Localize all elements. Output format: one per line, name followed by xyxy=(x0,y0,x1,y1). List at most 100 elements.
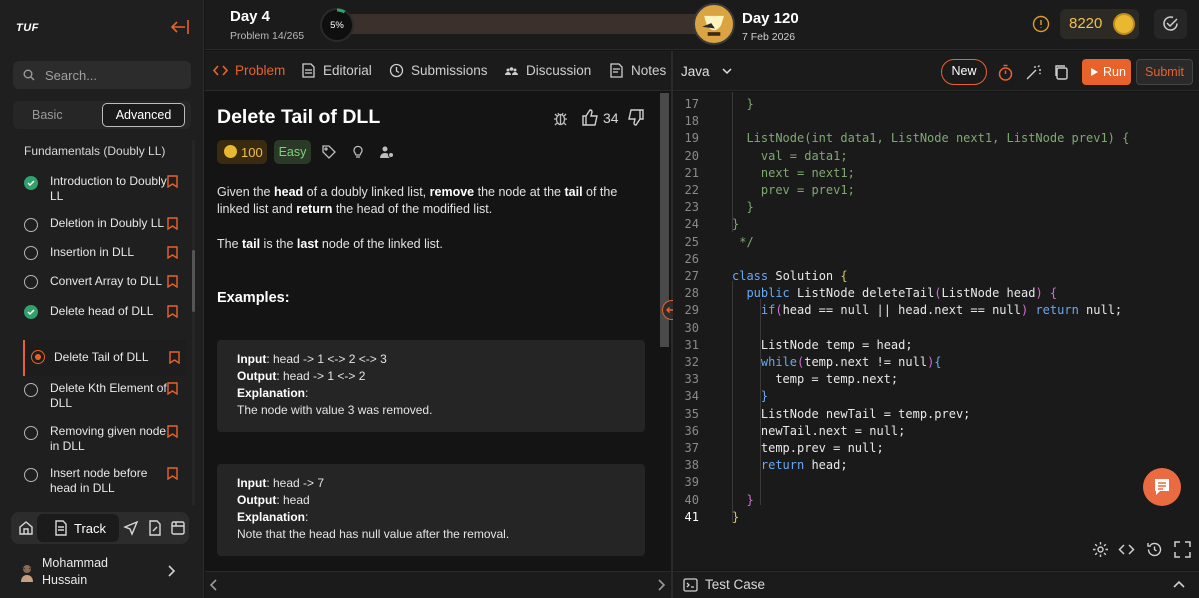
code-token: newTail.next = null; xyxy=(760,423,906,438)
info-icon[interactable] xyxy=(1032,15,1050,33)
line-number: 39 xyxy=(684,475,699,490)
send-icon[interactable] xyxy=(123,520,139,536)
home-icon[interactable] xyxy=(18,520,34,536)
sidebar-lesson-label: Introduction to Doubly LL xyxy=(50,174,167,203)
submit-button[interactable]: Submit xyxy=(1136,59,1193,85)
code-token: ) xyxy=(1035,286,1043,301)
code-line: 33 temp = temp.next; xyxy=(673,372,1199,389)
settings-icon[interactable] xyxy=(1092,541,1109,558)
bookmark-icon[interactable] xyxy=(167,425,178,438)
mode-basic-button[interactable]: Basic xyxy=(32,108,63,122)
copy-icon[interactable] xyxy=(1053,64,1070,81)
user-profile[interactable]: Mohammad Hussain xyxy=(0,550,204,598)
label: Output xyxy=(237,369,277,383)
section-title[interactable]: Fundamentals (Doubly LL) xyxy=(24,144,165,158)
sidebar-lesson-label: Insert node before head in DLL xyxy=(50,466,148,495)
code-token: while xyxy=(760,355,797,369)
sidebar-lesson-item[interactable]: Insertion in DLL xyxy=(24,245,186,275)
bookmark-icon[interactable] xyxy=(169,351,180,364)
code-token: } xyxy=(760,389,769,404)
bookmark-icon[interactable] xyxy=(167,275,178,288)
problem-tabs: Problem Editorial Submissions Discussion… xyxy=(205,51,671,91)
bookmark-icon[interactable] xyxy=(167,246,178,259)
line-number: 23 xyxy=(684,200,699,215)
code-token: null; xyxy=(1078,303,1123,318)
sidebar-lesson-item[interactable]: Delete Kth Element of DLL xyxy=(24,381,186,411)
history-icon[interactable] xyxy=(1146,541,1163,558)
language-select[interactable]: Java xyxy=(681,64,732,79)
sidebar-lesson-item[interactable]: Removing given node in DLL xyxy=(24,424,186,454)
chevron-up-icon[interactable] xyxy=(1173,580,1185,589)
code-text: temp = temp.next; xyxy=(775,372,898,386)
coin-balance[interactable]: 8220 xyxy=(1060,9,1139,39)
test-case-bar[interactable]: Test Case xyxy=(673,571,1199,598)
tuf-logo[interactable]: TUF xyxy=(16,22,39,34)
code-line: 36 newTail.next = null; xyxy=(673,424,1199,441)
sidebar-lesson-label: Convert Array to DLL xyxy=(50,274,163,288)
sidebar-lesson-item[interactable]: Convert Array to DLL xyxy=(24,274,186,304)
timer-icon[interactable] xyxy=(997,64,1014,81)
checklist-button[interactable] xyxy=(1154,9,1187,39)
sidebar-lesson-item[interactable]: Delete head of DLL xyxy=(24,304,186,334)
line-number: 40 xyxy=(684,492,699,507)
code-token: temp = temp.next; xyxy=(775,372,899,387)
code-brackets-icon[interactable] xyxy=(1118,541,1135,558)
goal-date: 7 Feb 2026 xyxy=(742,31,796,43)
code-token: Solution xyxy=(768,269,841,283)
line-number: 20 xyxy=(684,148,699,163)
line-number: 41 xyxy=(684,509,699,524)
line-number: 38 xyxy=(684,458,699,473)
sidebar: TUF Search... Basic Advanced Fundamental… xyxy=(0,0,204,598)
thumbs-down-icon[interactable] xyxy=(627,109,644,126)
bookmark-icon[interactable] xyxy=(167,305,178,318)
track-button[interactable]: Track xyxy=(37,514,119,542)
tag-icon[interactable] xyxy=(322,145,336,159)
chevron-down-icon xyxy=(722,68,732,75)
difficulty-badge: Easy xyxy=(274,140,311,164)
lightbulb-icon[interactable] xyxy=(351,145,365,159)
mode-advanced-button[interactable]: Advanced xyxy=(102,103,185,127)
coin-reward: 100 xyxy=(241,145,263,160)
code-token: head; xyxy=(804,458,848,473)
bookmark-icon[interactable] xyxy=(167,467,178,480)
notebook-icon[interactable] xyxy=(170,520,186,536)
sidebar-lesson-item[interactable]: Insert node before head in DLL xyxy=(24,466,186,496)
search-input[interactable]: Search... xyxy=(13,61,191,89)
line-number: 25 xyxy=(684,234,699,249)
code-line: 41} xyxy=(673,510,1199,527)
sidebar-lesson-label: Deletion in Doubly LL xyxy=(50,216,165,230)
magic-wand-icon[interactable] xyxy=(1025,64,1042,81)
label: Explanation xyxy=(237,386,306,400)
sidebar-lesson-item[interactable]: Deletion in Doubly LL xyxy=(24,216,186,246)
chevron-right-icon[interactable] xyxy=(166,564,176,578)
bug-report-icon[interactable] xyxy=(553,110,568,126)
line-number: 36 xyxy=(684,423,699,438)
run-button[interactable]: Run xyxy=(1082,59,1131,85)
fullscreen-icon[interactable] xyxy=(1174,541,1191,558)
next-problem-icon[interactable] xyxy=(656,578,666,592)
code-line: 19 ListNode(int data1, ListNode next1, Li… xyxy=(673,131,1199,148)
code-text: public ListNode deleteTail(ListNode head… xyxy=(746,286,1057,300)
sidebar-lesson-item[interactable]: Introduction to Doubly LL xyxy=(24,174,186,204)
collapse-sidebar-icon[interactable] xyxy=(169,17,191,37)
coin-icon xyxy=(224,145,237,158)
bookmark-icon[interactable] xyxy=(167,217,178,230)
new-button[interactable]: New xyxy=(941,59,987,85)
code-editor[interactable]: 17} 18 19 ListNode(int data1, ListNode next… xyxy=(673,92,1199,530)
file-edit-icon[interactable] xyxy=(147,520,163,536)
coin-icon xyxy=(1113,13,1135,35)
code-token: ( xyxy=(934,286,942,301)
sidebar-lesson-item[interactable]: Delete Tail of DLL xyxy=(23,340,186,376)
example-input: Input: head -> 7 xyxy=(237,476,324,490)
code-token: { xyxy=(934,355,942,369)
tab-label: Problem xyxy=(235,63,286,78)
feedback-chat-button[interactable] xyxy=(1143,468,1181,506)
previous-problem-icon[interactable] xyxy=(209,578,219,592)
goal-day: Day 120 xyxy=(742,10,799,27)
thumbs-up-icon[interactable] xyxy=(582,109,599,126)
sidebar-lesson-label: Removing given node in DLL xyxy=(50,424,167,453)
sidebar-scrollbar[interactable] xyxy=(192,250,195,312)
bookmark-icon[interactable] xyxy=(167,382,178,395)
bookmark-icon[interactable] xyxy=(167,175,178,188)
company-tags-icon[interactable] xyxy=(380,145,394,159)
